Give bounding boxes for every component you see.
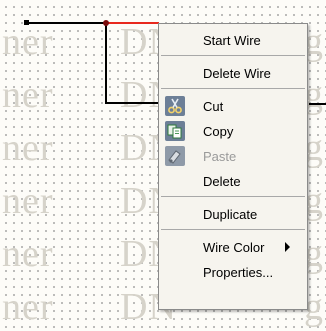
menu-item-label: Cut [203, 98, 224, 114]
menu-item-duplicate[interactable]: Duplicate [159, 202, 307, 226]
wire-segment[interactable] [309, 103, 326, 105]
menu-separator [161, 196, 305, 197]
watermark-text: ner [2, 286, 54, 328]
watermark-text: ner [2, 74, 54, 116]
menu-item-label: Delete [203, 173, 241, 189]
menu-item-label: Properties... [203, 264, 274, 280]
menu-item-copy[interactable]: Copy [159, 119, 307, 143]
copy-icon [165, 121, 185, 141]
menu-item-delete[interactable]: Delete [159, 169, 307, 193]
menu-item-label: Wire Color [203, 239, 265, 255]
wire-segment[interactable] [105, 102, 159, 104]
menu-item-paste[interactable]: Paste [159, 144, 307, 168]
context-menu: Start Wire Delete Wire Cut Copy Paste De… [158, 23, 308, 310]
menu-item-wire-color[interactable]: Wire Color [159, 235, 307, 259]
menu-item-label: Start Wire [203, 32, 261, 48]
watermark-text: ner [2, 180, 54, 222]
wire-segment[interactable] [25, 22, 107, 24]
menu-item-label: Delete Wire [203, 65, 271, 81]
watermark-text: ner [2, 127, 54, 169]
menu-separator [161, 229, 305, 230]
schematic-canvas[interactable]: ner DN g ner DN g ner DN g ner DN g ner … [0, 0, 326, 331]
scissors-icon [165, 96, 185, 116]
watermark-text: ner [2, 21, 54, 63]
menu-item-delete-wire[interactable]: Delete Wire [159, 61, 307, 85]
menu-separator [161, 88, 305, 89]
watermark-text: ner [2, 233, 54, 275]
wire-segment[interactable] [105, 22, 107, 104]
menu-item-label: Paste [203, 148, 237, 164]
menu-item-properties[interactable]: Properties... [159, 260, 307, 284]
menu-item-label: Copy [203, 123, 234, 139]
menu-separator [161, 55, 305, 56]
paste-icon [165, 146, 185, 166]
wire-endpoint[interactable] [24, 20, 29, 25]
submenu-arrow-icon [285, 242, 290, 252]
menu-item-start-wire[interactable]: Start Wire [159, 28, 307, 52]
menu-item-label: Duplicate [203, 206, 258, 222]
selected-wire-segment[interactable] [107, 22, 159, 24]
wire-junction-node[interactable] [103, 20, 109, 26]
menu-item-cut[interactable]: Cut [159, 94, 307, 118]
